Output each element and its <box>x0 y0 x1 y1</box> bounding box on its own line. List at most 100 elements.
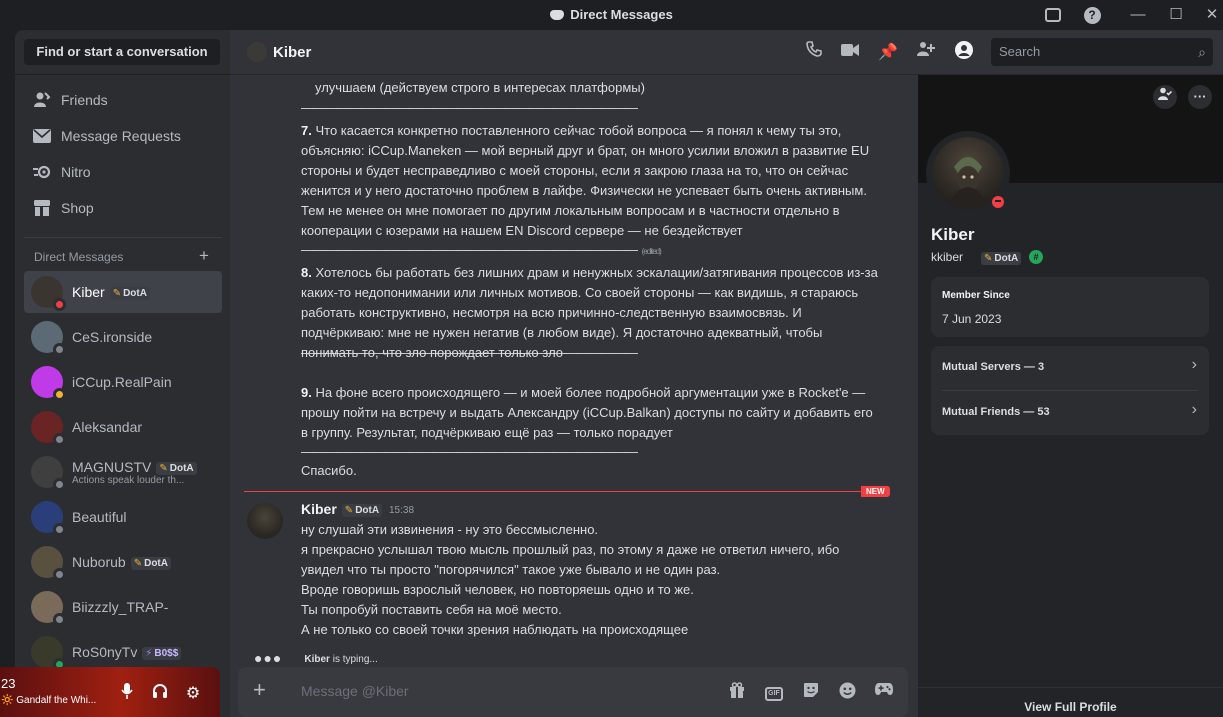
inbox-icon[interactable] <box>1043 5 1063 25</box>
nav-nitro[interactable]: Nitro <box>24 155 222 189</box>
video-call-icon[interactable] <box>838 41 862 65</box>
chevron-right-icon: › <box>1191 401 1197 418</box>
message-thanks: Спасибо. <box>301 463 357 478</box>
chat-header-name: Kiber <box>273 44 312 61</box>
member-since-value: 7 Jun 2023 <box>942 312 1002 326</box>
new-badge: NEW <box>861 486 890 497</box>
avatar <box>31 636 66 671</box>
message-author-avatar[interactable] <box>247 503 283 539</box>
chevron-right-icon: › <box>1191 356 1197 373</box>
create-dm-plus-icon[interactable]: + <box>199 246 209 266</box>
user-custom-status: 🔆 Gandalf the Whi... <box>1 695 97 706</box>
message-timestamp: 15:38 <box>389 505 415 516</box>
title-bar: Direct Messages ? — ☐ ✕ <box>0 0 1223 30</box>
search-input[interactable]: Search ⌕ <box>991 38 1213 66</box>
typing-indicator: ●●● Kiber is typing... <box>254 650 378 666</box>
add-friends-to-dm-icon[interactable] <box>914 41 938 65</box>
custom-status: Actions speak louder th... <box>72 474 185 486</box>
member-since-card: Member Since 7 Jun 2023 <box>931 277 1209 337</box>
avatar <box>31 321 66 356</box>
chat-messages: улучшаем (действуем строго в интересах п… <box>230 75 918 717</box>
edited-label: (edited) <box>641 247 662 256</box>
voice-call-icon[interactable] <box>802 41 826 65</box>
envelope-icon <box>33 127 51 145</box>
avatar <box>31 456 66 491</box>
nav-message-requests[interactable]: Message Requests <box>24 119 222 153</box>
mutual-servers-row[interactable]: Mutual Servers — 3 › <box>931 346 1209 390</box>
attach-plus-icon[interactable]: + <box>253 677 266 703</box>
message-line: я прекрасно услышал твою мысль прошлый р… <box>301 542 840 577</box>
message-composer[interactable]: + Message @Kiber GIF <box>238 667 908 717</box>
nav-friends[interactable]: Friends <box>24 83 222 117</box>
avatar <box>31 501 66 536</box>
activities-gamepad-icon[interactable] <box>874 682 894 702</box>
clan-tag: ✎ DotA <box>156 461 197 475</box>
status-offline-icon <box>53 568 66 581</box>
pin-icon[interactable]: 📌 <box>876 41 900 65</box>
profile-display-name: Kiber <box>931 225 975 244</box>
mutual-friends-row[interactable]: Mutual Friends — 53 › <box>931 391 1209 435</box>
divider <box>24 237 222 238</box>
dm-item-magnustv[interactable]: MAGNUSTV ✎ DotA Actions speak louder th... <box>24 451 222 493</box>
user-panel-count: 23 <box>1 676 16 691</box>
dm-name: Biizzzly_TRAP- <box>72 599 169 615</box>
dm-item-aleksandar[interactable]: Aleksandar <box>24 406 222 448</box>
message-paragraph-9: 9. На фоне всего происходящего — и моей … <box>301 385 873 440</box>
message-paragraph-7: 7. Что касается конкретно поставленного … <box>301 123 870 238</box>
avatar <box>31 546 66 581</box>
dm-name: MAGNUSTV ✎ DotA <box>72 459 212 475</box>
mutual-servers-label: Mutual Servers — 3 <box>942 361 1045 373</box>
typing-dots-icon: ●●● <box>254 650 283 666</box>
find-conversation-button[interactable]: Find or start a conversation <box>24 39 220 65</box>
close-button[interactable]: ✕ <box>1202 5 1222 25</box>
message-author[interactable]: Kiber ✎ DotA <box>301 501 383 517</box>
dm-item-kiber[interactable]: Kiber ✎ DotA <box>24 271 222 313</box>
user-panel: 23 🔆 Gandalf the Whi... ⚙ <box>0 667 220 717</box>
gift-icon[interactable] <box>727 682 747 702</box>
status-offline-icon <box>53 478 66 491</box>
status-offline-icon <box>53 343 66 356</box>
sticker-icon[interactable] <box>801 682 821 702</box>
nav-shop[interactable]: Shop <box>24 191 222 225</box>
add-friend-icon[interactable] <box>1153 85 1177 109</box>
avatar <box>31 276 66 311</box>
dm-name: Aleksandar <box>72 419 143 435</box>
minimize-button[interactable]: — <box>1128 5 1148 25</box>
nav-shop-label: Shop <box>61 200 94 216</box>
dm-item-iccup-realpain[interactable]: iCCup.RealPain <box>24 361 222 403</box>
message-line: ну слушай эти извинения - ну это бессмыс… <box>301 522 599 537</box>
emoji-icon[interactable] <box>837 682 857 702</box>
message-line: Вроде говоришь взрослый человек, но повт… <box>301 582 694 597</box>
nav-nitro-label: Nitro <box>61 164 91 180</box>
profile-hashtag-icon: # <box>1029 250 1043 264</box>
headphones-icon[interactable] <box>150 683 170 703</box>
status-dnd-icon <box>989 193 1007 211</box>
mutuals-card: Mutual Servers — 3 › Mutual Friends — 53… <box>931 346 1209 435</box>
user-profile-toggle-icon[interactable] <box>952 41 976 65</box>
clan-tag: ⚡ B0$$ <box>142 647 182 660</box>
shop-icon <box>33 199 51 217</box>
message-line: Ты попробуй поставить себя на моё место. <box>301 602 562 617</box>
gif-picker-icon[interactable]: GIF <box>764 682 784 702</box>
dm-section-header: Direct Messages <box>34 250 124 264</box>
friends-icon <box>33 91 51 109</box>
avatar <box>31 411 66 446</box>
message-input[interactable]: Message @Kiber <box>301 683 409 699</box>
maximize-button[interactable]: ☐ <box>1166 5 1186 25</box>
more-options-icon[interactable]: ··· <box>1188 85 1212 109</box>
avatar <box>31 591 66 626</box>
clan-tag: ✎ DotA <box>341 504 383 517</box>
help-icon[interactable]: ? <box>1082 5 1102 25</box>
dm-item-ces-ironside[interactable]: CeS.ironside <box>24 316 222 358</box>
chat-header: Kiber 📌 Search ⌕ <box>230 30 1223 75</box>
microphone-icon[interactable] <box>117 683 137 703</box>
clan-tag: ✎ DotA <box>130 557 171 570</box>
dm-item-biizzzly-trap[interactable]: Biizzzly_TRAP- <box>24 586 222 628</box>
search-icon: ⌕ <box>1198 44 1206 60</box>
dm-item-nuborub[interactable]: Nuborub ✎ DotA <box>24 541 222 583</box>
dm-item-beautiful[interactable]: Beautiful <box>24 496 222 538</box>
view-full-profile-button[interactable]: View Full Profile <box>918 687 1223 717</box>
settings-gear-icon[interactable]: ⚙ <box>183 683 203 703</box>
dm-name: RoS0nyTv ⚡ B0$$ <box>72 644 182 660</box>
dm-sidebar: Find or start a conversation Friends Mes… <box>15 30 230 717</box>
